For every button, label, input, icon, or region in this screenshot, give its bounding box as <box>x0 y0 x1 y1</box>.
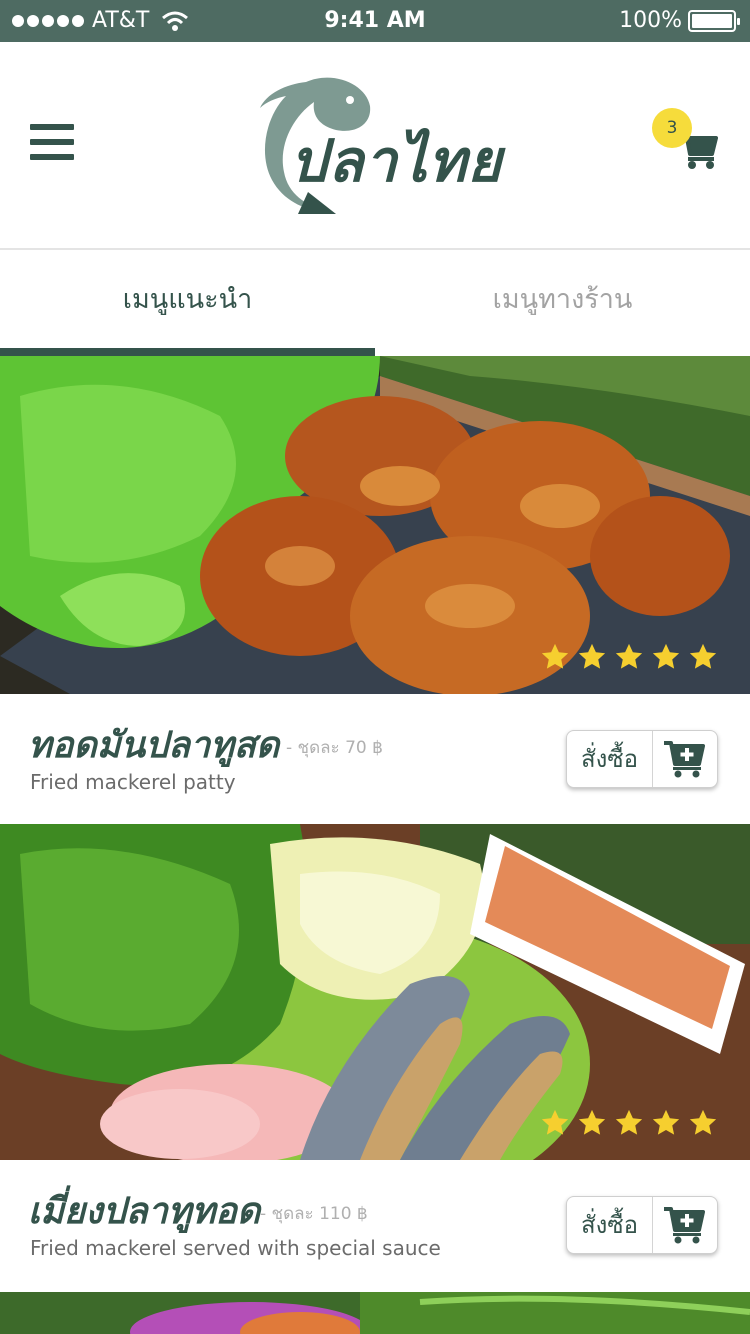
status-bar: AT&T 9:41 AM 100% <box>0 0 750 42</box>
rating-stars <box>540 1108 718 1138</box>
star-icon <box>541 643 569 669</box>
dish-price: - ชุดละ 110 ฿ <box>260 1204 368 1224</box>
menu-tabs: เมนูแนะนำ เมนูทางร้าน <box>0 250 750 356</box>
star-icon <box>578 1109 606 1135</box>
cart-button[interactable]: 3 <box>652 108 724 178</box>
tab-restaurant-menu[interactable]: เมนูทางร้าน <box>375 250 750 356</box>
app-header: ปลาไทย 3 <box>0 42 750 250</box>
active-tab-indicator <box>0 348 375 356</box>
menu-card <box>0 1292 750 1334</box>
rating-stars <box>540 642 718 672</box>
star-icon <box>652 643 680 669</box>
star-icon <box>541 1109 569 1135</box>
menu-card: ทอดมันปลาทูสด - ชุดละ 70 ฿ Fried mackere… <box>0 356 750 824</box>
star-icon <box>689 643 717 669</box>
status-right: 100% <box>619 8 740 33</box>
dish-info: เมี่ยงปลาทูทอด - ชุดละ 110 ฿ Fried macke… <box>0 1160 750 1290</box>
star-icon <box>652 1109 680 1135</box>
dish-name-english: Fried mackerel served with special sauce <box>30 1236 441 1260</box>
order-button-label: สั่งซื้อ <box>567 731 653 787</box>
star-icon <box>615 643 643 669</box>
dish-price: - ชุดละ 70 ฿ <box>286 738 383 758</box>
dish-photo[interactable] <box>0 356 750 694</box>
dish-name-thai: ทอดมันปลาทูสด <box>28 724 280 766</box>
cart-count-badge: 3 <box>652 108 692 148</box>
dish-name-thai: เมี่ยงปลาทูทอด <box>28 1190 261 1232</box>
dish-name-english: Fried mackerel patty <box>30 770 236 794</box>
menu-card: เมี่ยงปลาทูทอด - ชุดละ 110 ฿ Fried macke… <box>0 824 750 1292</box>
star-icon <box>615 1109 643 1135</box>
dish-photo[interactable] <box>0 824 750 1160</box>
add-to-cart-icon <box>653 1197 717 1253</box>
star-icon <box>578 643 606 669</box>
battery-icon <box>688 9 740 32</box>
brand-logo-text: ปลาไทย <box>290 127 503 195</box>
hamburger-menu-icon[interactable] <box>30 124 74 160</box>
add-to-cart-icon <box>653 731 717 787</box>
battery-percent: 100% <box>619 8 682 33</box>
dish-photo[interactable] <box>0 1292 750 1334</box>
star-icon <box>689 1109 717 1135</box>
order-button[interactable]: สั่งซื้อ <box>566 730 718 788</box>
order-button-label: สั่งซื้อ <box>567 1197 653 1253</box>
order-button[interactable]: สั่งซื้อ <box>566 1196 718 1254</box>
dish-info: ทอดมันปลาทูสด - ชุดละ 70 ฿ Fried mackere… <box>0 694 750 824</box>
tab-recommended[interactable]: เมนูแนะนำ <box>0 250 375 356</box>
